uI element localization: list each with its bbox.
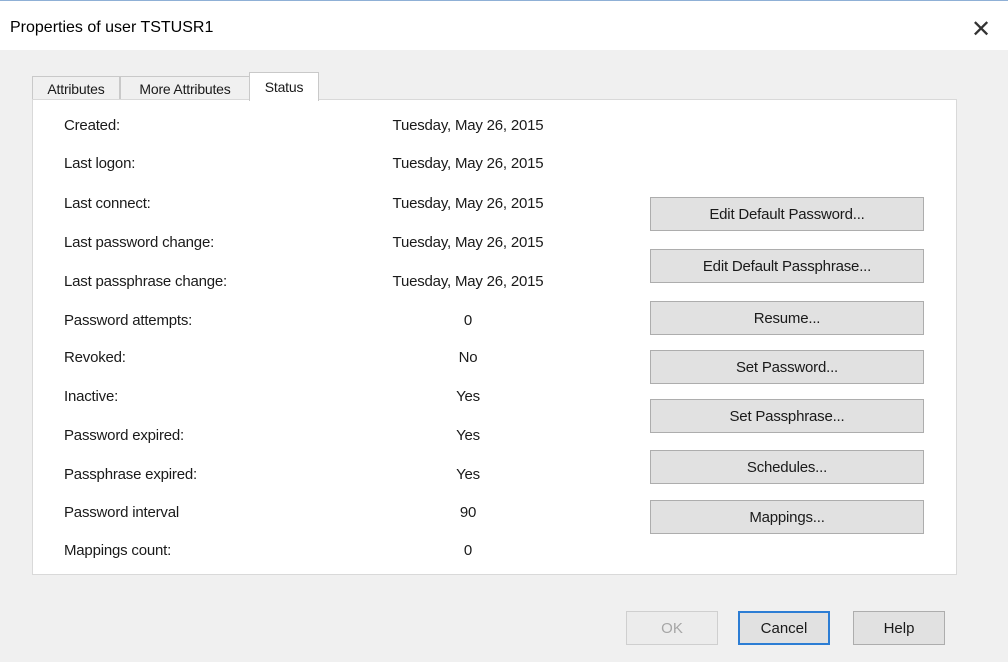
close-button[interactable]: ✕ bbox=[964, 15, 998, 43]
inactive-label: Inactive: bbox=[64, 388, 119, 405]
edit-default-passphrase-button[interactable]: Edit Default Passphrase... bbox=[650, 249, 924, 283]
passphrase-expired-label: Passphrase expired: bbox=[64, 466, 197, 483]
schedules-button[interactable]: Schedules... bbox=[650, 450, 924, 484]
tab-attributes[interactable]: Attributes bbox=[32, 76, 120, 100]
tab-label: More Attributes bbox=[139, 80, 231, 97]
created-label: Created: bbox=[64, 117, 120, 134]
mappings-count-label: Mappings count: bbox=[64, 542, 172, 559]
password-expired-label: Password expired: bbox=[64, 427, 184, 444]
last-logon-value: Tuesday, May 26, 2015 bbox=[392, 155, 544, 172]
tab-more-attributes[interactable]: More Attributes bbox=[120, 76, 250, 100]
last-password-change-label: Last password change: bbox=[64, 234, 215, 251]
revoked-label: Revoked: bbox=[64, 349, 126, 366]
set-password-button[interactable]: Set Password... bbox=[650, 350, 924, 384]
last-connect-value: Tuesday, May 26, 2015 bbox=[392, 195, 544, 212]
mappings-count-value: 0 bbox=[463, 542, 473, 559]
inactive-value: Yes bbox=[456, 388, 480, 405]
tab-label: Status bbox=[264, 79, 304, 95]
passphrase-expired-value: Yes bbox=[456, 466, 480, 483]
tab-label: Attributes bbox=[47, 80, 105, 97]
help-button[interactable]: Help bbox=[853, 611, 945, 645]
mappings-button[interactable]: Mappings... bbox=[650, 500, 924, 534]
password-expired-value: Yes bbox=[456, 427, 480, 444]
set-passphrase-button[interactable]: Set Passphrase... bbox=[650, 399, 924, 433]
password-interval-label: Password interval bbox=[64, 504, 179, 521]
properties-dialog: Properties of user TSTUSR1 ✕ Attributes … bbox=[0, 0, 1008, 662]
revoked-value: No bbox=[458, 349, 478, 366]
resume-button[interactable]: Resume... bbox=[650, 301, 924, 335]
edit-default-password-button[interactable]: Edit Default Password... bbox=[650, 197, 924, 231]
password-interval-value: 90 bbox=[459, 504, 477, 521]
title-bar: Properties of user TSTUSR1 ✕ bbox=[0, 0, 1008, 50]
last-passphrase-change-value: Tuesday, May 26, 2015 bbox=[392, 273, 544, 290]
tab-status[interactable]: Status bbox=[249, 72, 319, 101]
password-attempts-value: 0 bbox=[463, 312, 473, 329]
last-passphrase-change-label: Last passphrase change: bbox=[64, 273, 228, 290]
last-logon-label: Last logon: bbox=[64, 155, 136, 172]
cancel-button[interactable]: Cancel bbox=[738, 611, 830, 645]
last-connect-label: Last connect: bbox=[64, 195, 151, 212]
window-title: Properties of user TSTUSR1 bbox=[10, 19, 214, 36]
ok-button[interactable]: OK bbox=[626, 611, 718, 645]
created-value: Tuesday, May 26, 2015 bbox=[392, 117, 544, 134]
password-attempts-label: Password attempts: bbox=[64, 312, 193, 329]
close-icon: ✕ bbox=[970, 15, 992, 43]
last-password-change-value: Tuesday, May 26, 2015 bbox=[392, 234, 544, 251]
